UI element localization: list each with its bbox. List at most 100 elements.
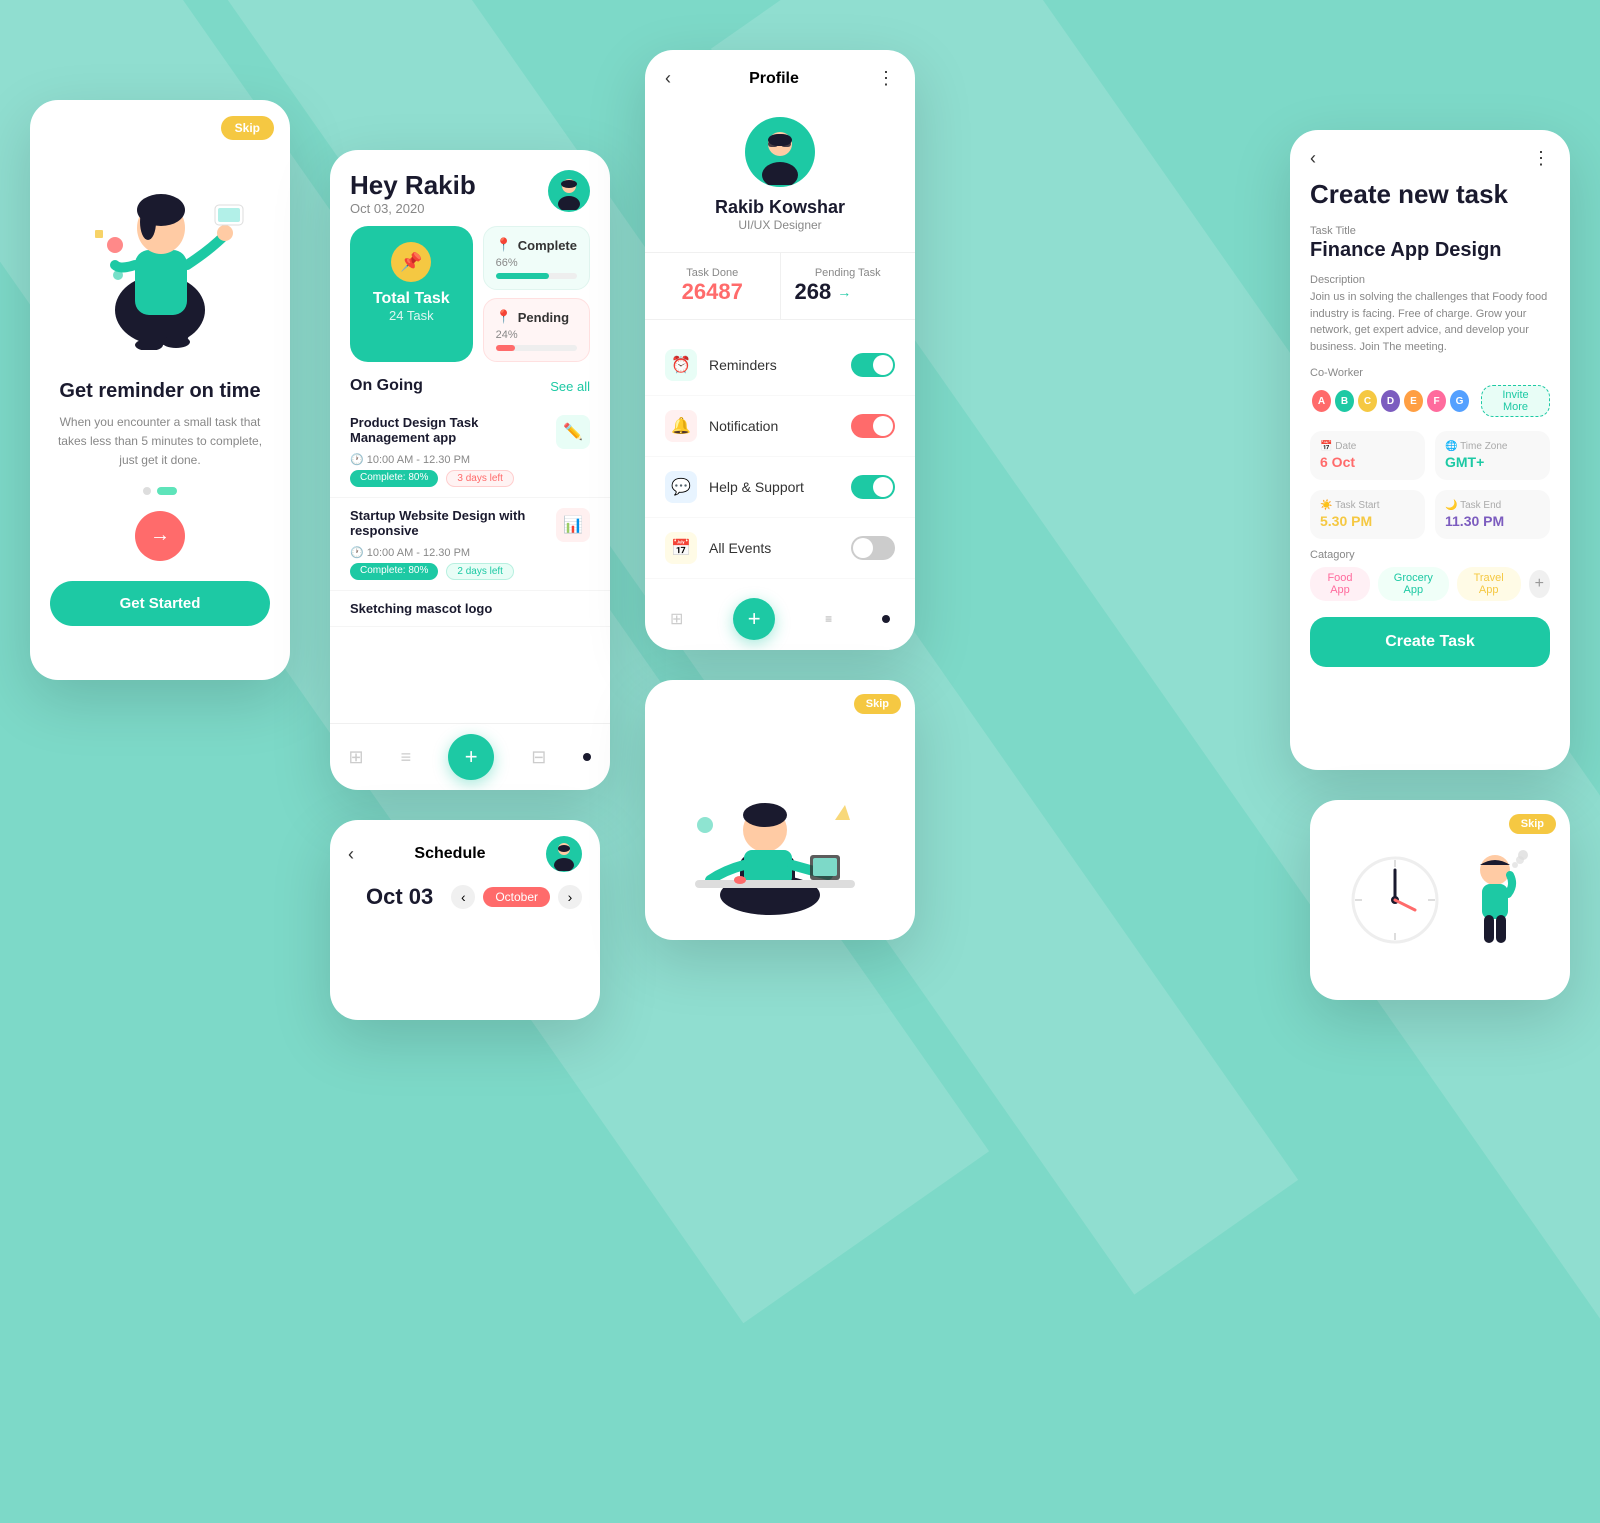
reminders-toggle[interactable] (851, 353, 895, 377)
onboarding-card-2: Skip (645, 680, 915, 940)
task-item-2-badges: Complete: 80% 2 days left (350, 563, 590, 580)
prev-month-button[interactable]: ‹ (451, 885, 475, 909)
onboarding-card-3: Skip (1310, 800, 1570, 1000)
invite-more-button[interactable]: Invite More (1481, 385, 1550, 417)
clock-icon-1: 🕐 (350, 454, 364, 466)
task-summary-section: 📌 Total Task 24 Task 📍 Complete 66% 📍 Pe… (330, 226, 610, 377)
profile-more-button[interactable]: ⋮ (877, 68, 895, 89)
schedule-header: ‹ Schedule (330, 820, 600, 884)
dashboard-date: Oct 03, 2020 (350, 201, 476, 216)
help-support-label: Help & Support (709, 479, 804, 495)
grocery-app-tag[interactable]: Grocery App (1378, 567, 1449, 601)
dashboard-card: Hey Rakib Oct 03, 2020 📌 Total Task 24 T… (330, 150, 610, 790)
complete-progress-fill (496, 273, 550, 279)
task-item-2-title: Startup Website Design with responsive (350, 508, 556, 538)
create-task-button[interactable]: Create Task (1310, 617, 1550, 667)
coworker-label: Co-Worker (1290, 367, 1570, 379)
description-label: Description (1290, 274, 1570, 286)
globe-icon: 🌐 (1445, 441, 1457, 452)
profile-nav-list[interactable]: ≡ (825, 612, 832, 626)
ongoing-label: On Going (350, 377, 423, 395)
schedule-date-row: Oct 03 ‹ October › (330, 884, 600, 910)
pending-label: 📍 Pending (496, 309, 577, 325)
all-events-row: 📅 All Events (645, 518, 915, 579)
date-time-grid: 📅 Date 6 Oct 🌐 Time Zone GMT+ ☀️ Task St… (1290, 431, 1570, 539)
all-events-label: All Events (709, 540, 771, 556)
complete-badge-1: Complete: 80% (350, 470, 438, 487)
complete-label: 📍 Complete (496, 237, 577, 253)
food-app-tag[interactable]: Food App (1310, 567, 1370, 601)
profile-title: Profile (749, 70, 799, 88)
get-started-button[interactable]: Get Started (50, 581, 270, 626)
pending-task-card: 📍 Pending 24% (483, 298, 590, 362)
skip-button-2[interactable]: Skip (854, 694, 901, 714)
task-item-1-badges: Complete: 80% 3 days left (350, 470, 590, 487)
events-knob (853, 538, 873, 558)
coworker-avatar-2: B (1333, 388, 1356, 414)
task-end-label: 🌙 Task End (1445, 500, 1540, 511)
profile-card: ‹ Profile ⋮ Rakib Kowshar UI/UX Designer… (645, 50, 915, 650)
total-task-icon: 📌 (391, 242, 431, 282)
notification-toggle[interactable] (851, 414, 895, 438)
coworker-avatar-7: G (1448, 388, 1471, 414)
list-nav-icon[interactable]: ≡ (401, 747, 412, 768)
task-icon-emoji: 📌 (400, 252, 422, 273)
create-task-header: ‹ ⋮ (1290, 130, 1570, 179)
clock-icon-2: 🕐 (350, 547, 364, 559)
profile-nav-dot (882, 615, 890, 623)
see-all-button[interactable]: See all (550, 379, 590, 394)
create-task-card: ‹ ⋮ Create new task Task Title Finance A… (1290, 130, 1570, 770)
task-item-2-time: 🕐 10:00 AM - 12.30 PM (350, 546, 590, 559)
month-nav: ‹ October › (451, 885, 582, 909)
add-category-button[interactable]: + (1529, 570, 1550, 598)
create-more-button[interactable]: ⋮ (1532, 148, 1550, 169)
notification-icon: 🔔 (665, 410, 697, 442)
onboarding2-illustration (645, 680, 915, 940)
profile-fab[interactable]: + (733, 598, 775, 640)
all-events-left: 📅 All Events (665, 532, 771, 564)
grid-nav-icon[interactable]: ⊟ (531, 747, 546, 768)
fab-add-button[interactable]: + (448, 734, 494, 780)
dashboard-avatar[interactable] (548, 170, 590, 212)
schedule-back-button[interactable]: ‹ (348, 844, 354, 865)
task-item-3: Sketching mascot logo (330, 591, 610, 627)
task-item-1-title: Product Design Task Management app (350, 415, 556, 445)
create-back-button[interactable]: ‹ (1310, 148, 1316, 169)
task-done-stat: Task Done 26487 (645, 253, 781, 319)
coworker-row: A B C D E F G Invite More (1290, 385, 1570, 417)
profile-nav-home[interactable]: ⊞ (670, 609, 683, 629)
task-item-2-header: Startup Website Design with responsive 📊 (350, 508, 590, 542)
notification-row: 🔔 Notification (645, 396, 915, 457)
complete-progress-bar (496, 273, 577, 279)
complete-task-card: 📍 Complete 66% (483, 226, 590, 290)
task-start-value: 5.30 PM (1320, 513, 1415, 529)
dot-1 (143, 487, 151, 495)
help-toggle[interactable] (851, 475, 895, 499)
next-month-button[interactable]: › (558, 885, 582, 909)
reminders-left: ⏰ Reminders (665, 349, 777, 381)
create-task-title: Create new task (1290, 179, 1570, 225)
profile-stats: Task Done 26487 Pending Task 268 → (645, 252, 915, 320)
notification-label: Notification (709, 418, 778, 434)
coworker-avatar-3: C (1356, 388, 1379, 414)
profile-role: UI/UX Designer (645, 218, 915, 232)
task-done-value: 26487 (659, 279, 766, 305)
onboarding-card-1: Skip (30, 100, 290, 680)
events-toggle[interactable] (851, 536, 895, 560)
home-nav-icon[interactable]: ⊞ (349, 747, 364, 768)
complete-pct: 66% (496, 257, 577, 269)
reminders-label: Reminders (709, 357, 777, 373)
month-tag: October (483, 887, 550, 907)
schedule-avatar (546, 836, 582, 872)
coworker-avatar-5: E (1402, 388, 1425, 414)
next-arrow-button[interactable]: → (135, 511, 185, 561)
skip-button-3[interactable]: Skip (1509, 814, 1556, 834)
days-badge-2: 2 days left (446, 563, 514, 580)
notification-left: 🔔 Notification (665, 410, 778, 442)
profile-header: ‹ Profile ⋮ (645, 50, 915, 107)
notification-knob (873, 416, 893, 436)
travel-app-tag[interactable]: Travel App (1457, 567, 1521, 601)
profile-back-button[interactable]: ‹ (665, 68, 671, 89)
schedule-date: Oct 03 (348, 884, 451, 910)
date-label: 📅 Date (1320, 441, 1415, 452)
